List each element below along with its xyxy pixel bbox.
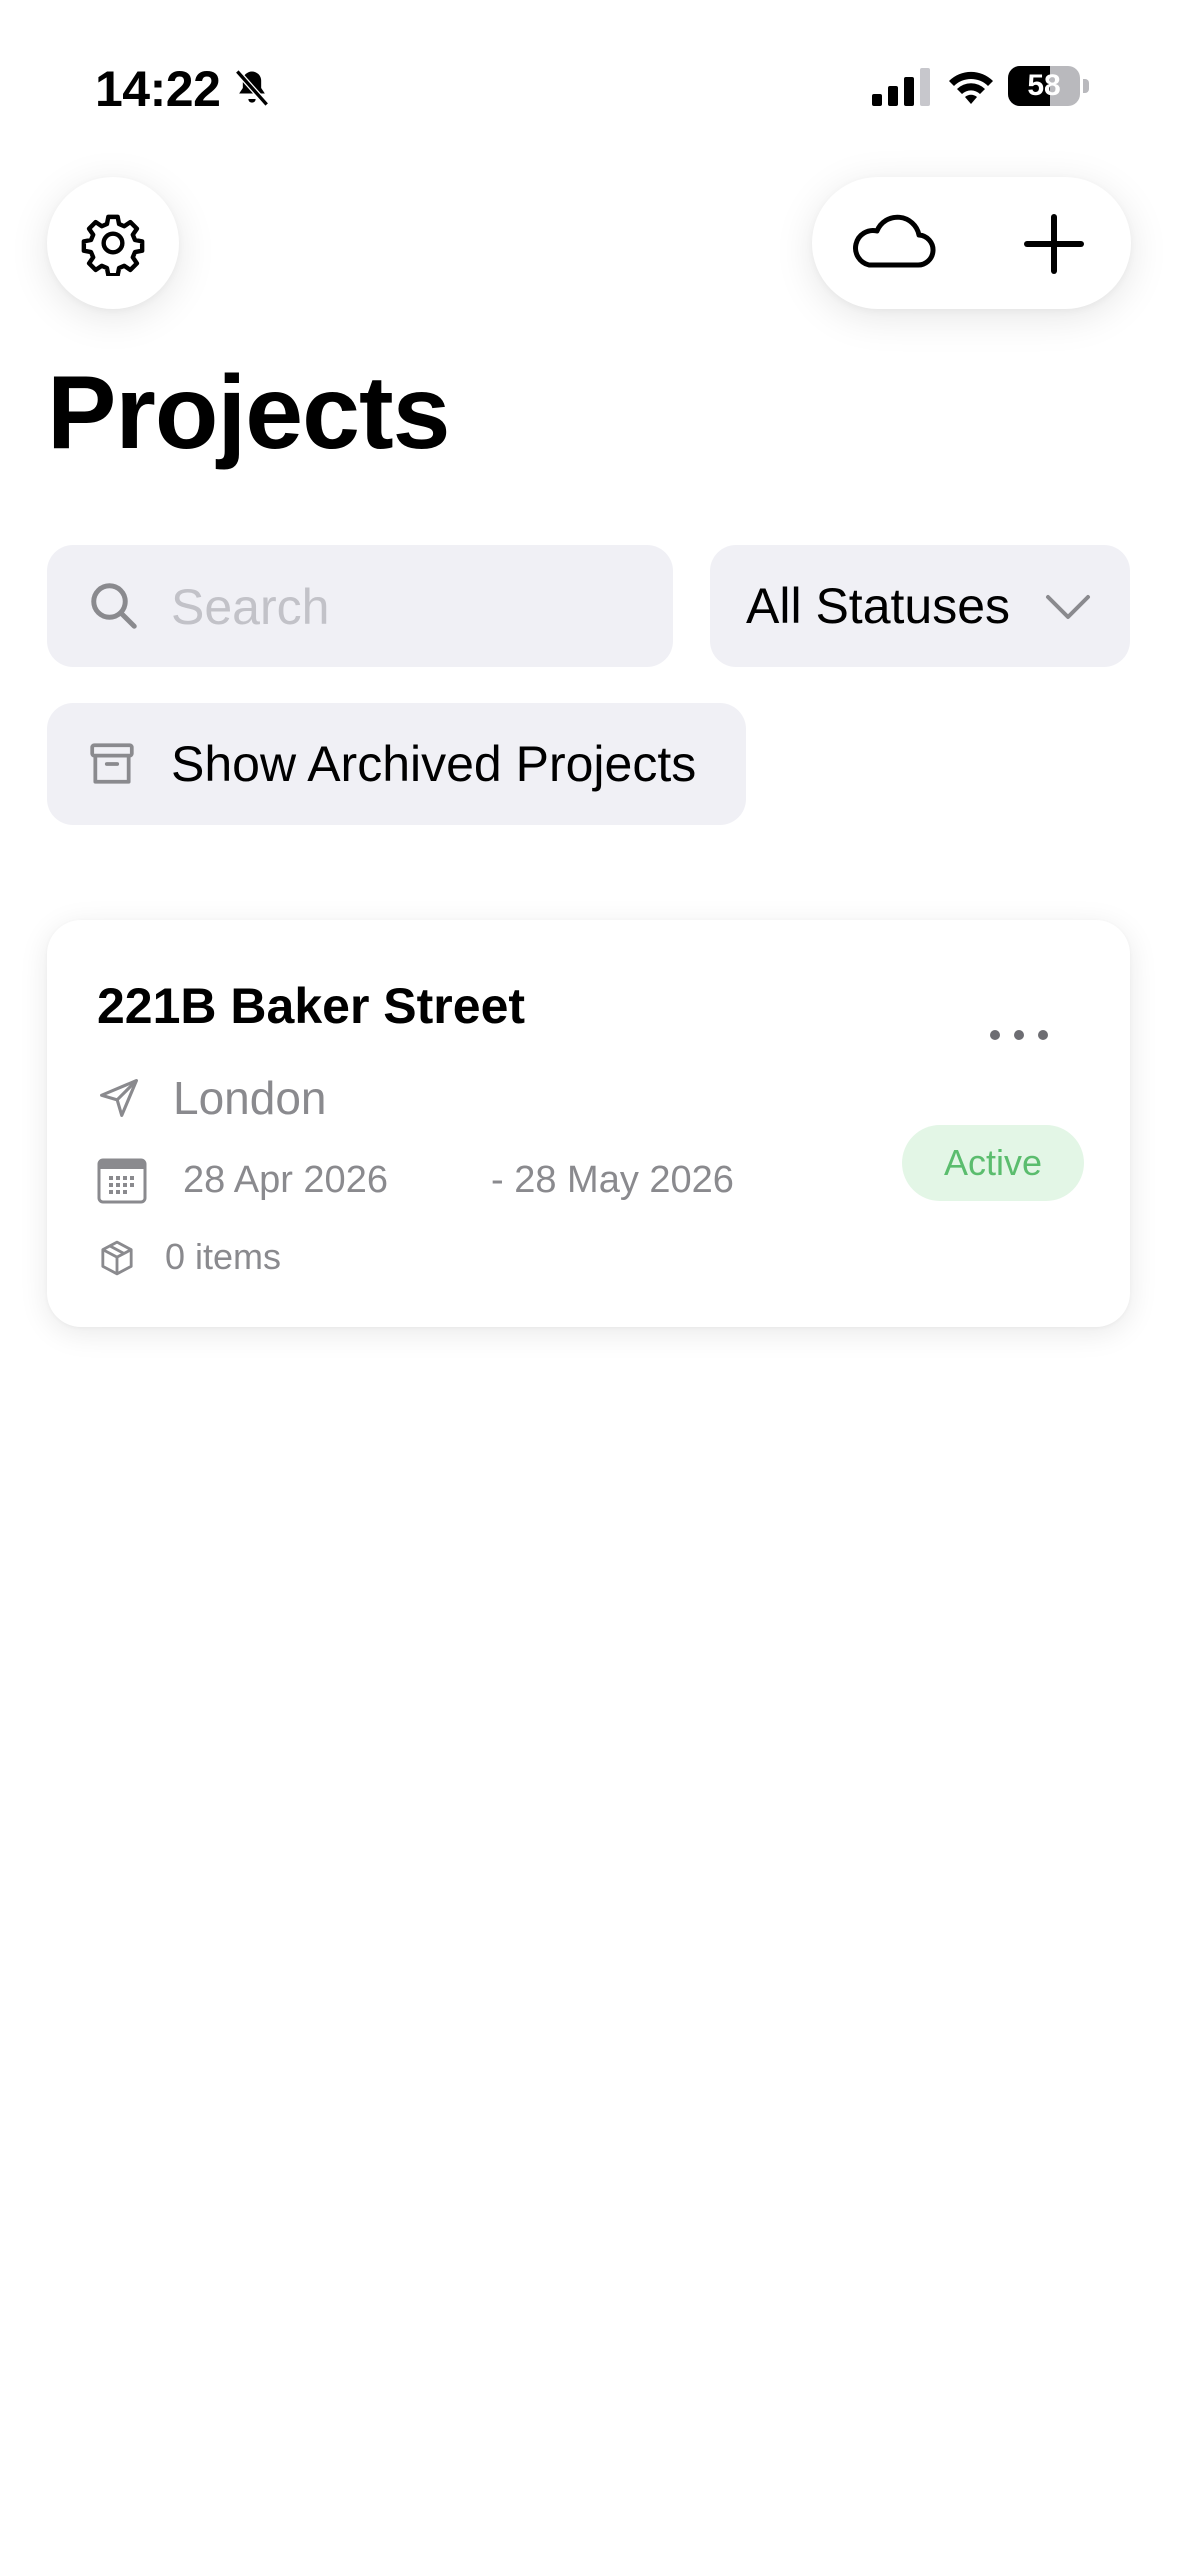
project-items: 0 items: [97, 1230, 497, 1284]
settings-button[interactable]: [47, 177, 179, 309]
wifi-icon: [949, 71, 993, 104]
cellular-signal-icon: [872, 68, 930, 106]
show-archived-button[interactable]: Show Archived Projects: [47, 703, 746, 825]
header-actions: [812, 177, 1131, 309]
status-time: 14:22: [95, 61, 221, 117]
search-icon: [91, 583, 137, 629]
project-start-date: 28 Apr 2026: [183, 1159, 388, 1201]
project-location-text: London: [173, 1072, 327, 1124]
location-arrow-icon: [100, 1079, 138, 1117]
battery-icon: 58: [1008, 66, 1090, 106]
project-dates: 28 Apr 2026 - 28 May 2026: [97, 1150, 797, 1210]
page-title: Projects: [47, 355, 450, 471]
bell-slash-icon: [235, 69, 269, 107]
battery-cap: [1083, 79, 1089, 93]
status-badge: Active: [902, 1125, 1084, 1201]
project-items-count: 0 items: [165, 1236, 282, 1277]
battery-percentage: 58: [1027, 69, 1061, 102]
status-filter-dropdown[interactable]: All Statuses: [710, 545, 1130, 667]
chevron-down-icon: [1046, 595, 1090, 619]
plus-icon[interactable]: [1019, 209, 1089, 279]
search-bar[interactable]: [47, 545, 673, 669]
battery-body: 58: [1008, 66, 1080, 106]
project-end-date: - 28 May 2026: [491, 1159, 734, 1201]
more-options-icon[interactable]: [983, 1020, 1055, 1050]
cloud-icon[interactable]: [847, 203, 937, 283]
cube-icon: [101, 1240, 133, 1276]
show-archived-label: Show Archived Projects: [171, 736, 697, 792]
project-name: 221B Baker Street: [97, 978, 526, 1034]
search-input[interactable]: [169, 545, 653, 669]
project-location: London: [97, 1068, 597, 1128]
archive-box-icon: [90, 743, 134, 784]
calendar-icon: [97, 1158, 147, 1204]
status-bar: 14:22 58: [0, 0, 1179, 170]
project-card[interactable]: 221B Baker Street London 28 Apr 2026 - 2…: [47, 920, 1130, 1327]
gear-icon: [81, 214, 145, 276]
status-filter-label: All Statuses: [746, 578, 1011, 634]
